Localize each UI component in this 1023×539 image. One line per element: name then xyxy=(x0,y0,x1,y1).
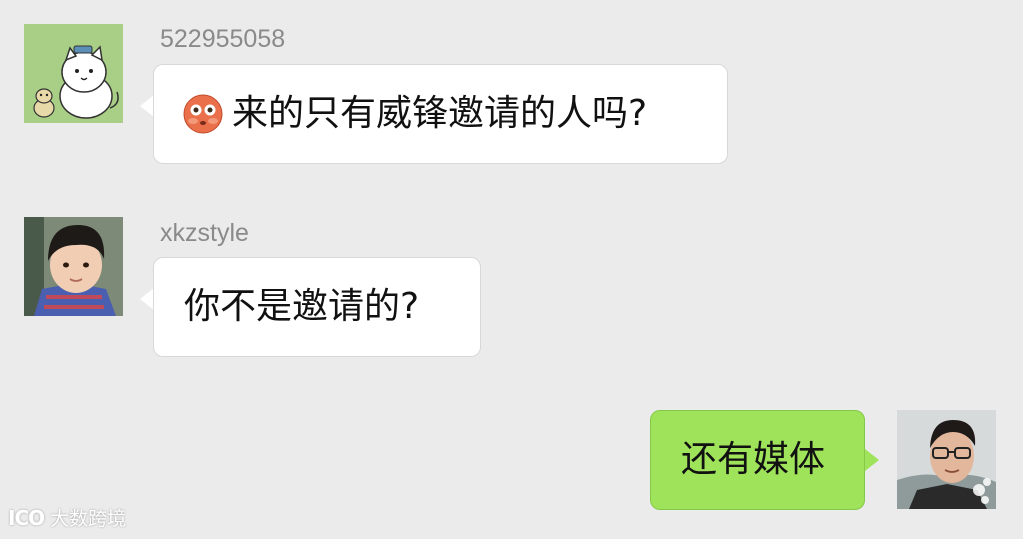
sender-name: 522955058 xyxy=(160,25,286,53)
watermark-logo: ICO xyxy=(8,505,45,530)
bubble-tail xyxy=(140,288,154,310)
message-bubble[interactable]: 来的只有威锋邀请的人吗? xyxy=(153,64,728,164)
bubble-tail xyxy=(865,449,879,471)
message-text: 你不是邀请的? xyxy=(184,286,420,327)
flushed-face-emoji-icon xyxy=(183,94,223,134)
message-bubble[interactable]: 你不是邀请的? xyxy=(153,257,481,357)
cartoon-cat-avatar-icon xyxy=(24,24,123,123)
avatar-xkzstyle[interactable] xyxy=(24,217,123,316)
sender-name: xkzstyle xyxy=(160,219,249,247)
man-with-glasses-avatar-icon xyxy=(897,410,996,509)
message-bubble[interactable]: 还有媒体 xyxy=(650,410,865,510)
message-text: 来的只有威锋邀请的人吗? xyxy=(232,93,648,134)
avatar-self[interactable] xyxy=(897,410,996,509)
message-text: 还有媒体 xyxy=(681,439,826,480)
avatar-522955058[interactable] xyxy=(24,24,123,123)
watermark: ICO 大数跨境 xyxy=(8,504,126,531)
child-photo-avatar-icon xyxy=(24,217,123,316)
bubble-tail xyxy=(140,95,154,117)
watermark-text: 大数跨境 xyxy=(50,508,127,530)
